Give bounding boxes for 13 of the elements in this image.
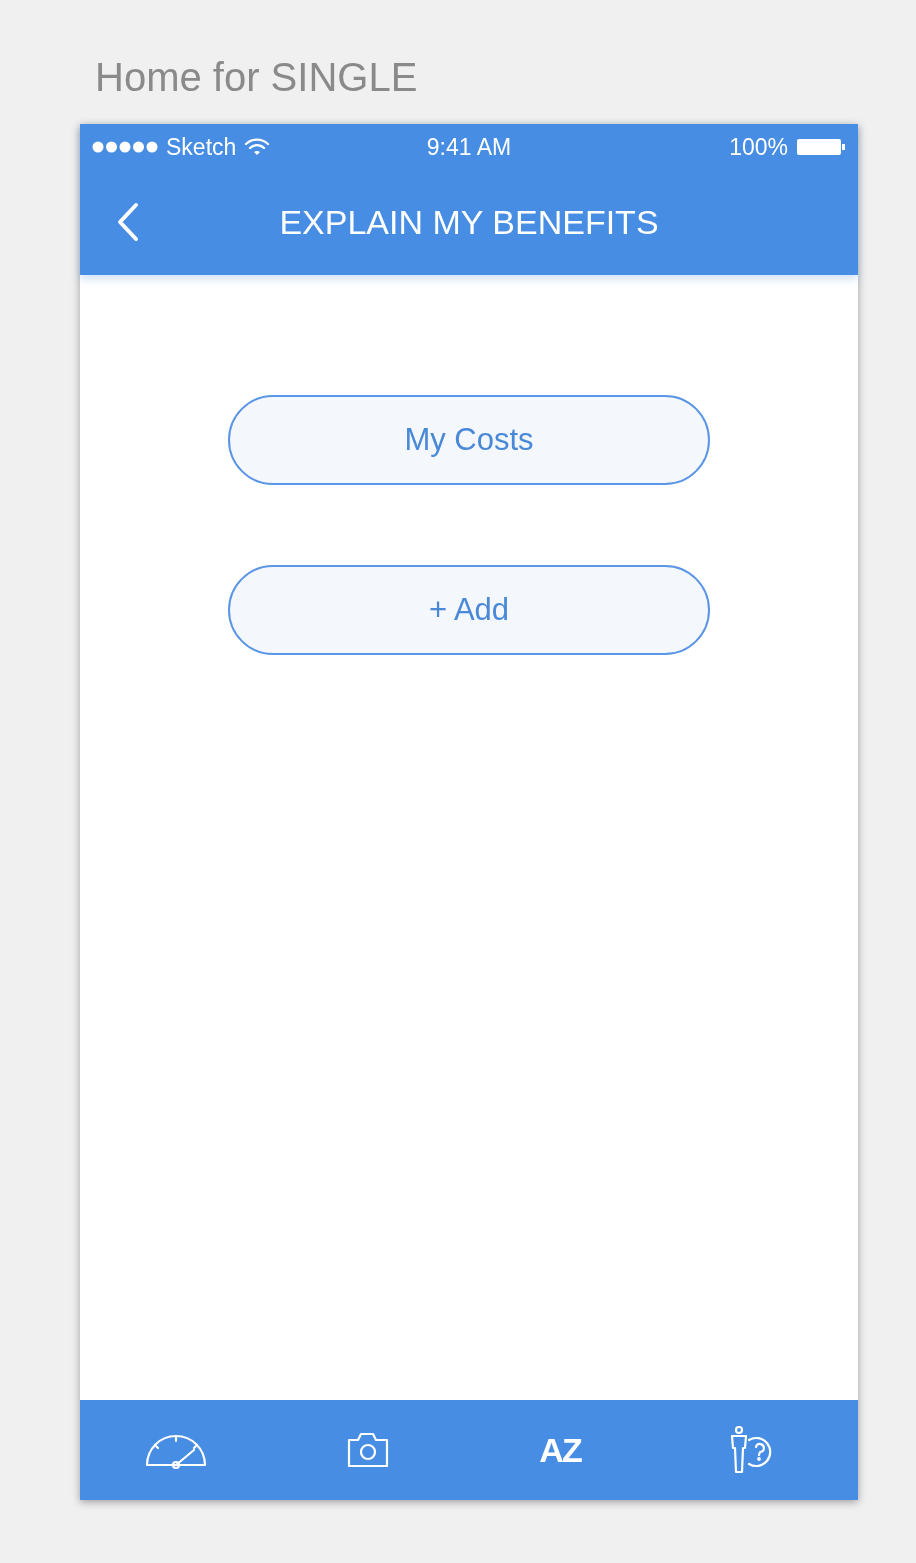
carrier-name: Sketch xyxy=(166,133,237,161)
battery-icon xyxy=(796,137,846,157)
screen-title: EXPLAIN MY BENEFITS xyxy=(279,203,659,242)
wifi-icon xyxy=(244,137,271,157)
camera-icon[interactable] xyxy=(345,1431,391,1469)
signal-icon xyxy=(92,141,158,153)
status-time: 9:41 AM xyxy=(426,133,512,161)
battery-percent: 100% xyxy=(729,133,788,161)
back-button[interactable] xyxy=(116,202,140,242)
pill-button[interactable]: + Add xyxy=(228,565,710,655)
pill-button[interactable]: My Costs xyxy=(228,395,710,485)
artboard-title: Home for SINGLE xyxy=(95,54,419,101)
sort-button[interactable]: AZ xyxy=(539,1430,581,1470)
